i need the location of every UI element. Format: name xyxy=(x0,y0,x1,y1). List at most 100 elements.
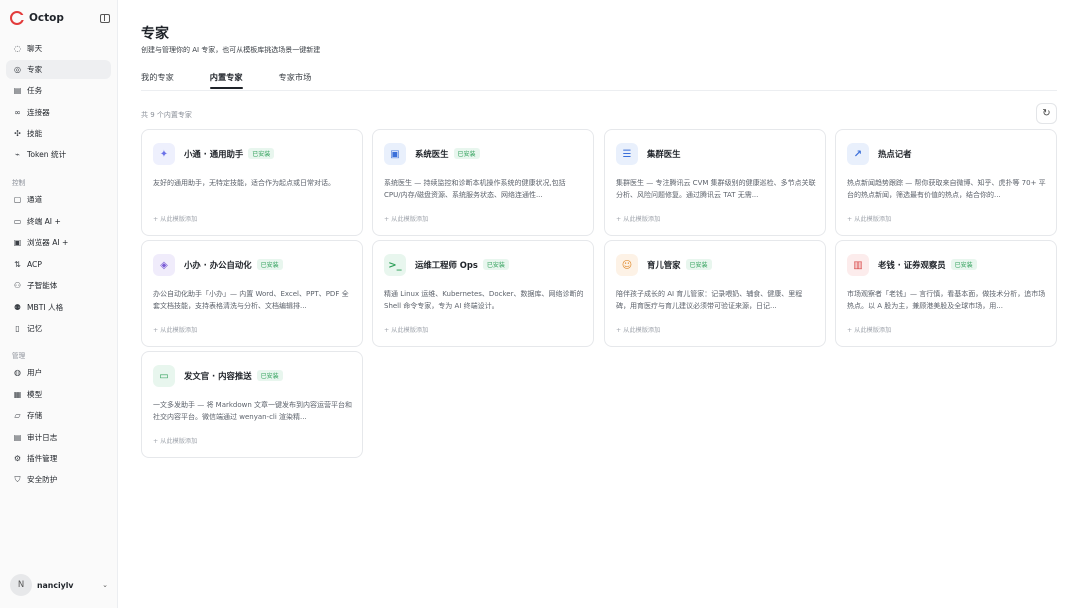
skill-icon: ✣ xyxy=(14,128,21,138)
sidebar-item-label: 聊天 xyxy=(27,44,43,53)
sidebar: Octop ◌ 聊天 ◎ 专家 ▤ 任务 ∞ 连接器 ✣ 技能 ⌁ Token 统计 控制 … xyxy=(0,0,118,608)
sidebar-item-label: 用户 xyxy=(27,368,43,377)
memory-icon: ▯ xyxy=(15,323,20,333)
sidebar-item-token-stats[interactable]: ⌁ Token 统计 xyxy=(6,145,111,164)
tab-my-experts[interactable]: 我的专家 xyxy=(141,71,174,89)
installed-badge: 已安装 xyxy=(482,259,509,270)
channel-icon: ▢ xyxy=(13,194,22,204)
sidebar-item-subagent[interactable]: ⚇ 子智能体 xyxy=(6,276,111,295)
expert-card[interactable]: ✦ 小通 · 通用助手 已安装 友好的通用助手，无特定技能，适合作为起点或日常对话… xyxy=(141,129,363,236)
card-title-text: 小通 · 通用助手 xyxy=(184,149,244,159)
card-title-text: 系统医生 xyxy=(415,149,449,159)
expert-card[interactable]: ☺ 育儿管家 已安装 陪伴孩子成长的 AI 育儿管家：记录喂奶、辅食、健康、里程碑… xyxy=(604,240,826,347)
sidebar-item-label: 专家 xyxy=(27,65,43,74)
sidebar-item-mbti[interactable]: ⚉ MBTI 人格 xyxy=(6,298,111,317)
sidebar-item-browser-ai[interactable]: ▣ 浏览器 AI + xyxy=(6,233,111,252)
nav-group-control: 控制 xyxy=(12,179,26,187)
sidebar-item-security[interactable]: ⛉ 安全防护 xyxy=(6,470,111,489)
sidebar-item-acp[interactable]: ⇅ ACP xyxy=(6,255,111,274)
sidebar-item-label: ACP xyxy=(27,260,42,269)
add-from-template-link[interactable]: + 从此模版添加 xyxy=(847,214,891,223)
chevron-down-icon: ⌄ xyxy=(102,581,108,589)
card-title: 小通 · 通用助手 已安装 xyxy=(184,148,275,160)
sidebar-item-label: 审计日志 xyxy=(27,433,58,442)
card-title: 发文官 · 内容推送 已安装 xyxy=(184,370,283,382)
sidebar-item-expert[interactable]: ◎ 专家 xyxy=(6,60,111,79)
octop-logo-icon xyxy=(10,11,25,25)
sidebar-item-label: 任务 xyxy=(27,86,43,95)
sidebar-item-channel[interactable]: ▢ 通道 xyxy=(6,190,111,209)
add-from-template-link[interactable]: + 从此模版添加 xyxy=(153,325,197,334)
expert-count: 共 9 个内置专家 xyxy=(141,111,192,119)
sidebar-item-model[interactable]: ▦ 模型 xyxy=(6,385,111,404)
tab-bar: 我的专家 内置专家 专家市场 xyxy=(141,71,347,91)
card-description: 友好的通用助手，无特定技能，适合作为起点或日常对话。 xyxy=(153,179,335,187)
add-from-template-link[interactable]: + 从此模版添加 xyxy=(616,325,660,334)
user-menu[interactable]: N nanciylv ⌄ xyxy=(10,574,108,596)
card-title: 热点记者 xyxy=(878,148,912,160)
stats-icon: ⌁ xyxy=(15,149,20,159)
sidebar-item-task[interactable]: ▤ 任务 xyxy=(6,81,111,100)
sidebar-item-label: 终端 AI + xyxy=(27,217,61,226)
card-description: 集群医生 — 专注腾讯云 CVM 集群级别的健康巡检、多节点关联分析、风险问题修… xyxy=(616,179,816,199)
expert-card[interactable]: ▭ 发文官 · 内容推送 已安装 一文多发助手 — 将 Markdown 文章一键… xyxy=(141,351,363,458)
card-description: 办公自动化助手「小办」— 内置 Word、Excel、PPT、PDF 全套文档技… xyxy=(153,290,349,310)
logo-row: Octop xyxy=(10,10,110,26)
chip-icon: ▣ xyxy=(384,143,406,165)
card-title-text: 热点记者 xyxy=(878,149,912,159)
card-title: 集群医生 xyxy=(647,148,681,160)
tab-expert-market[interactable]: 专家市场 xyxy=(279,71,312,89)
subagent-icon: ⚇ xyxy=(13,280,22,290)
user-icon: ◍ xyxy=(14,367,21,377)
expert-card[interactable]: >_ 运维工程师 Ops 已安装 精通 Linux 运维、Kubernetes、D… xyxy=(372,240,594,347)
add-from-template-link[interactable]: + 从此模版添加 xyxy=(153,436,197,445)
terminal-icon: ▭ xyxy=(13,216,22,226)
card-title: 老钱 · 证券观察员 已安装 xyxy=(878,259,977,271)
refresh-icon: ↻ xyxy=(1042,108,1051,119)
trending-icon: ↗ xyxy=(847,143,869,165)
card-title-text: 老钱 · 证券观察员 xyxy=(878,260,946,270)
sidebar-item-memory[interactable]: ▯ 记忆 xyxy=(6,319,111,338)
card-description: 市场观察者「老钱」— 言行慎，看基本面，做技术分析，追市场热点。以 A 股为主，… xyxy=(847,290,1046,310)
page-title: 专家 xyxy=(141,26,169,42)
installed-badge: 已安装 xyxy=(256,370,283,381)
sidebar-item-terminal-ai[interactable]: ▭ 终端 AI + xyxy=(6,212,111,231)
sidebar-item-label: 浏览器 AI + xyxy=(27,238,69,247)
tab-builtin-experts[interactable]: 内置专家 xyxy=(209,71,243,89)
sidebar-collapse-icon[interactable] xyxy=(100,13,110,23)
card-title: 运维工程师 Ops 已安装 xyxy=(415,259,509,271)
card-title-text: 运维工程师 Ops xyxy=(415,260,478,270)
sidebar-item-skill[interactable]: ✣ 技能 xyxy=(6,124,111,143)
sidebar-item-connector[interactable]: ∞ 连接器 xyxy=(6,103,111,122)
expert-card[interactable]: ▥ 老钱 · 证券观察员 已安装 市场观察者「老钱」— 言行慎，看基本面，做技术分… xyxy=(835,240,1057,347)
card-title-text: 育儿管家 xyxy=(647,260,681,270)
sidebar-item-user[interactable]: ◍ 用户 xyxy=(6,363,111,382)
expert-card[interactable]: ▣ 系统医生 已安装 系统医生 — 持续监控和诊断本机操作系统的健康状况,包括 C… xyxy=(372,129,594,236)
expert-icon: ◎ xyxy=(14,64,21,74)
tabs-divider xyxy=(141,90,1057,91)
add-from-template-link[interactable]: + 从此模版添加 xyxy=(616,214,660,223)
sidebar-item-label: 模型 xyxy=(27,390,43,399)
refresh-button[interactable]: ↻ xyxy=(1036,103,1057,124)
expert-card[interactable]: ☰ 集群医生 集群医生 — 专注腾讯云 CVM 集群级别的健康巡检、多节点关联分… xyxy=(604,129,826,236)
expert-card[interactable]: ◈ 小办 · 办公自动化 已安装 办公自动化助手「小办」— 内置 Word、Exc… xyxy=(141,240,363,347)
user-name: nanciylv xyxy=(37,580,74,590)
sidebar-item-audit[interactable]: ▤ 审计日志 xyxy=(6,428,111,447)
sidebar-item-label: 存储 xyxy=(27,411,43,420)
add-from-template-link[interactable]: + 从此模版添加 xyxy=(847,325,891,334)
sidebar-item-storage[interactable]: ▱ 存储 xyxy=(6,406,111,425)
add-from-template-link[interactable]: + 从此模版添加 xyxy=(384,325,428,334)
installed-badge: 已安装 xyxy=(248,148,275,159)
sidebar-item-label: 连接器 xyxy=(27,108,50,117)
add-from-template-link[interactable]: + 从此模版添加 xyxy=(153,214,197,223)
card-description: 一文多发助手 — 将 Markdown 文章一键发布到内容运营平台和社交内容平台… xyxy=(153,401,353,421)
acp-icon: ⇅ xyxy=(14,259,21,269)
card-description: 系统医生 — 持续监控和诊断本机操作系统的健康状况,包括 CPU/内存/磁盘资源… xyxy=(384,179,566,199)
sidebar-item-plugin[interactable]: ⚙ 插件管理 xyxy=(6,449,111,468)
message-icon: ▭ xyxy=(153,365,175,387)
sidebar-item-chat[interactable]: ◌ 聊天 xyxy=(6,39,111,58)
expert-card[interactable]: ↗ 热点记者 热点新闻趋势跟踪 — 帮你获取来自微博、知乎、虎扑等 70+ 平台… xyxy=(835,129,1057,236)
card-description: 精通 Linux 运维、Kubernetes、Docker、数据库、网络诊断的 … xyxy=(384,290,584,310)
add-from-template-link[interactable]: + 从此模版添加 xyxy=(384,214,428,223)
server-icon: ☰ xyxy=(616,143,638,165)
